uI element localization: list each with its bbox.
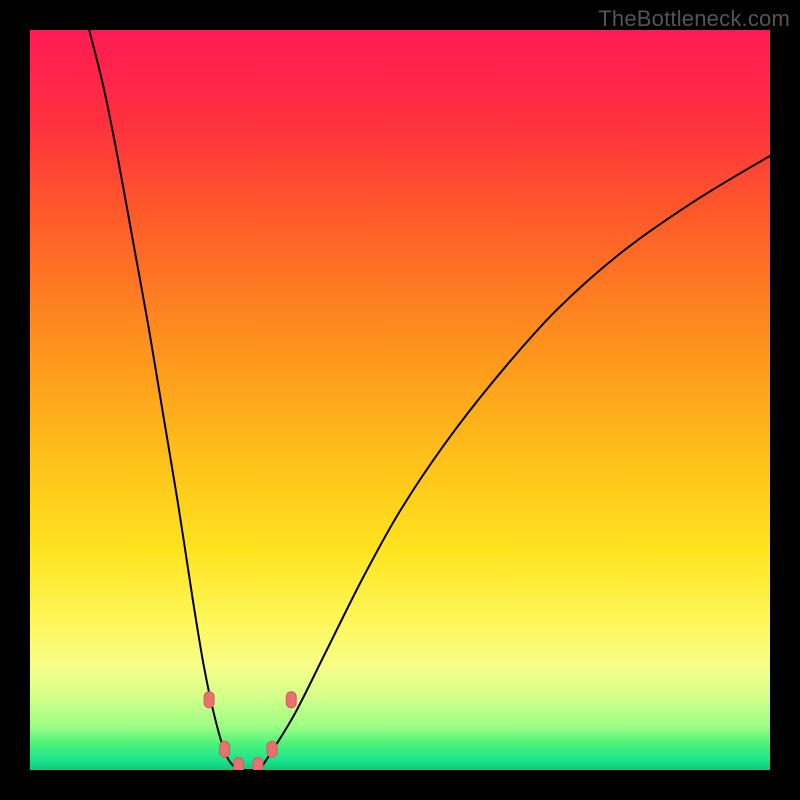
chart-frame [30,30,770,770]
marker-dot [204,692,214,708]
chart-svg [30,30,770,770]
curve-left-branch [89,30,237,770]
marker-dot [220,741,230,757]
marker-dot [267,741,277,757]
watermark-text: TheBottleneck.com [598,6,790,32]
marker-dot [253,758,263,770]
marker-dot [234,758,244,770]
marker-dot [286,692,296,708]
curve-right-branch [259,156,770,770]
